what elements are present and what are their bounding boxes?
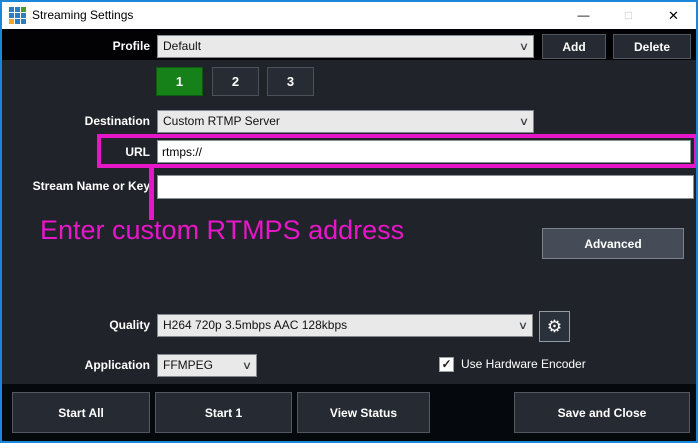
check-icon: ✓: [441, 357, 451, 371]
application-label: Application: [2, 358, 150, 372]
destination-dropdown-value: Custom RTMP Server: [158, 111, 515, 132]
chevron-down-icon: ∨: [512, 115, 535, 128]
maximize-icon[interactable]: □: [606, 2, 651, 29]
streaming-settings-window: Streaming Settings — □ ✕ Profile Default…: [0, 0, 698, 443]
save-and-close-button[interactable]: Save and Close: [514, 392, 690, 433]
quality-label: Quality: [2, 318, 150, 332]
stream-key-input[interactable]: [157, 175, 694, 199]
profile-dropdown[interactable]: Default ∨: [157, 35, 534, 58]
profile-label: Profile: [2, 39, 150, 53]
advanced-button[interactable]: Advanced: [542, 228, 684, 259]
delete-button[interactable]: Delete: [613, 34, 691, 59]
quality-settings-button[interactable]: ⚙: [539, 311, 570, 342]
view-status-button[interactable]: View Status: [297, 392, 430, 433]
destination-dropdown[interactable]: Custom RTMP Server ∨: [157, 110, 534, 133]
application-dropdown[interactable]: FFMPEG ∨: [157, 354, 257, 377]
start-1-button[interactable]: Start 1: [155, 392, 292, 433]
app-grid-icon: [9, 7, 26, 24]
profile-dropdown-value: Default: [158, 36, 515, 57]
titlebar: Streaming Settings — □ ✕: [2, 2, 696, 29]
annotation-pointer-line: [149, 168, 154, 220]
window-title: Streaming Settings: [32, 2, 133, 29]
gear-icon: ⚙: [547, 317, 562, 337]
minimize-icon[interactable]: —: [561, 2, 606, 29]
stream-key-label: Stream Name or Key: [2, 179, 150, 193]
chevron-down-icon: ∨: [235, 359, 258, 372]
use-hardware-encoder-label: Use Hardware Encoder: [461, 357, 586, 371]
use-hardware-encoder-checkbox[interactable]: ✓: [439, 357, 454, 372]
close-icon[interactable]: ✕: [651, 2, 696, 29]
add-button[interactable]: Add: [542, 34, 606, 59]
chevron-down-icon: ∨: [512, 40, 535, 53]
url-label: URL: [2, 145, 150, 159]
annotation-text: Enter custom RTMPS address: [40, 215, 404, 246]
tab-stream-1[interactable]: 1: [156, 67, 203, 96]
quality-dropdown-value: H264 720p 3.5mbps AAC 128kbps: [158, 315, 514, 336]
chevron-down-icon: ∨: [511, 319, 534, 332]
tab-stream-2[interactable]: 2: [212, 67, 259, 96]
tab-stream-3[interactable]: 3: [267, 67, 314, 96]
window-controls: — □ ✕: [561, 2, 696, 29]
quality-dropdown[interactable]: H264 720p 3.5mbps AAC 128kbps ∨: [157, 314, 533, 337]
application-dropdown-value: FFMPEG: [158, 355, 238, 376]
destination-label: Destination: [2, 114, 150, 128]
start-all-button[interactable]: Start All: [12, 392, 150, 433]
url-input[interactable]: [157, 140, 691, 163]
